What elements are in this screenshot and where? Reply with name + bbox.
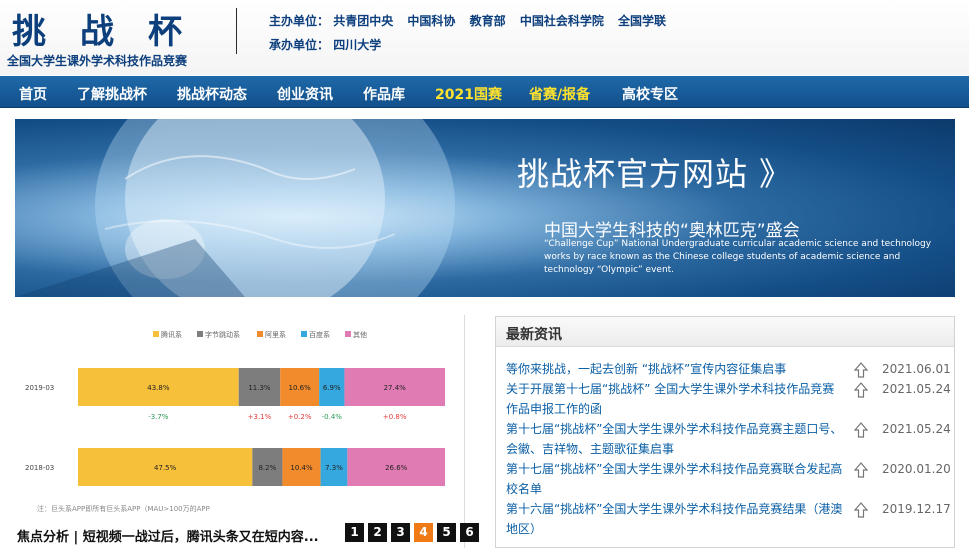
legend-label: 阿里系 (265, 330, 286, 339)
up-arrow-icon[interactable] (854, 422, 868, 438)
news-link[interactable]: 第十六届“挑战杯”全国大学生课外学术科技作品竞赛结果（港澳地区） (506, 499, 846, 539)
change-label: +3.1% (248, 413, 272, 421)
page-button[interactable]: 6 (460, 523, 479, 542)
news-link[interactable]: 第十七届“挑战杯”全国大学生课外学术科技作品竞赛联合发起高校名单 (506, 459, 846, 499)
data-label: 26.6% (385, 464, 408, 472)
up-arrow-icon[interactable] (854, 382, 868, 398)
page-button[interactable]: 2 (368, 523, 387, 542)
legend-label: 其他 (353, 330, 367, 339)
data-label: 27.4% (384, 384, 407, 392)
nav-national-2021[interactable]: 2021国赛 (435, 84, 502, 104)
host-org: 全国学联 (618, 14, 667, 28)
news-date: 2019.12.17 (882, 502, 951, 516)
chart-footnote: 注：巨头系APP即所有巨头系APP（MAU>100万的APP (37, 504, 210, 513)
nav-news[interactable]: 挑战杯动态 (177, 84, 247, 104)
news-heading: 最新资讯 (506, 327, 562, 343)
news-date: 2021.05.24 (882, 422, 951, 436)
host-label: 主办单位： (269, 14, 330, 28)
data-label: 7.3% (325, 464, 343, 472)
legend-label: 腾讯系 (161, 330, 182, 339)
host-org: 教育部 (469, 14, 506, 28)
change-label: +0.8% (383, 413, 407, 421)
page-button-active[interactable]: 4 (414, 523, 433, 542)
legend-swatch (257, 331, 263, 337)
news-link[interactable]: 等你来挑战，一起去创新 “挑战杯”宣传内容征集启事 (506, 359, 846, 379)
site-header: 挑战杯 全国大学生课外学术科技作品竞赛 主办单位： 共青团中央 中国科协 教育部… (0, 0, 969, 75)
host-org: 共青团中央 (333, 14, 394, 28)
latest-news-panel: 最新资讯 等你来挑战，一起去创新 “挑战杯”宣传内容征集启事 2021.06.0… (495, 316, 955, 548)
main-nav: 首页 了解挑战杯 挑战杯动态 创业资讯 作品库 2021国赛 省赛/报备 高校专… (0, 76, 969, 108)
focus-caption[interactable]: 焦点分析 | 短视频一战过后，腾讯头条又在短内容... (17, 526, 319, 545)
change-label: -0.4% (322, 413, 343, 421)
news-date: 2021.05.24 (882, 382, 951, 396)
nav-home[interactable]: 首页 (19, 84, 47, 104)
news-date: 2021.06.01 (882, 362, 951, 376)
legend-label: 字节跳动系 (205, 330, 240, 339)
host-line: 主办单位： 共青团中央 中国科协 教育部 中国社会科学院 全国学联 (269, 12, 676, 29)
focus-slideshow[interactable]: 腾讯系 字节跳动系 阿里系 百度系 其他 2019-03 43.8% 11.3% 10.6% 6.… (15, 315, 465, 548)
category-label: 2019-03 (25, 384, 54, 392)
page-button[interactable]: 1 (345, 523, 364, 542)
legend-label: 百度系 (309, 330, 330, 339)
banner-english: “Challenge Cup” National Undergraduate c… (544, 239, 932, 275)
legend-swatch (153, 331, 159, 337)
data-label: 10.4% (290, 464, 313, 472)
header-divider (236, 8, 237, 54)
logo-subtitle: 全国大学生课外学术科技作品竞赛 (7, 54, 188, 68)
up-arrow-icon[interactable] (854, 502, 868, 518)
news-link[interactable]: 关于开展第十七届“挑战杯” 全国大学生课外学术科技作品竞赛作品申报工作的函 (506, 379, 846, 419)
legend-swatch (345, 331, 351, 337)
page-button[interactable]: 5 (437, 523, 456, 542)
organizer-org: 四川大学 (333, 38, 382, 52)
data-label: 47.5% (154, 464, 177, 472)
legend-swatch (197, 331, 203, 337)
banner-title: 挑战杯官方网站 》 (517, 155, 793, 193)
nav-startup[interactable]: 创业资讯 (277, 84, 333, 104)
host-org: 中国科协 (407, 14, 456, 28)
nav-works[interactable]: 作品库 (363, 84, 405, 104)
hero-banner[interactable]: 挑战杯官方网站 》 中国大学生科技的“奥林匹克”盛会 “Challenge Cu… (15, 119, 955, 297)
data-label: 43.8% (147, 384, 170, 392)
category-label: 2018-03 (25, 464, 54, 472)
news-date: 2020.01.20 (882, 462, 951, 476)
organizer-line: 承办单位： 四川大学 (269, 36, 391, 53)
news-header: 最新资讯 (496, 317, 954, 347)
data-label: 8.2% (258, 464, 276, 472)
logo-title[interactable]: 挑战杯 (12, 4, 216, 53)
data-label: 6.9% (323, 384, 341, 392)
nav-colleges[interactable]: 高校专区 (622, 84, 678, 104)
focus-chart: 腾讯系 字节跳动系 阿里系 百度系 其他 2019-03 43.8% 11.3% 10.6% 6.… (25, 330, 445, 513)
organizer-label: 承办单位： (269, 38, 330, 52)
up-arrow-icon[interactable] (854, 462, 868, 478)
up-arrow-icon[interactable] (854, 362, 868, 378)
data-label: 10.6% (289, 384, 312, 392)
data-label: 11.3% (248, 384, 271, 392)
nav-provincial[interactable]: 省赛/报备 (529, 84, 590, 104)
change-label: +0.2% (288, 413, 312, 421)
legend-swatch (301, 331, 307, 337)
news-link[interactable]: 第十七届“挑战杯”全国大学生课外学术科技作品竞赛主题口号、会徽、吉祥物、主题歌征… (506, 419, 846, 459)
host-org: 中国社会科学院 (519, 14, 604, 28)
change-label: -3.7% (148, 413, 169, 421)
nav-about[interactable]: 了解挑战杯 (77, 84, 147, 104)
page-button[interactable]: 3 (391, 523, 410, 542)
